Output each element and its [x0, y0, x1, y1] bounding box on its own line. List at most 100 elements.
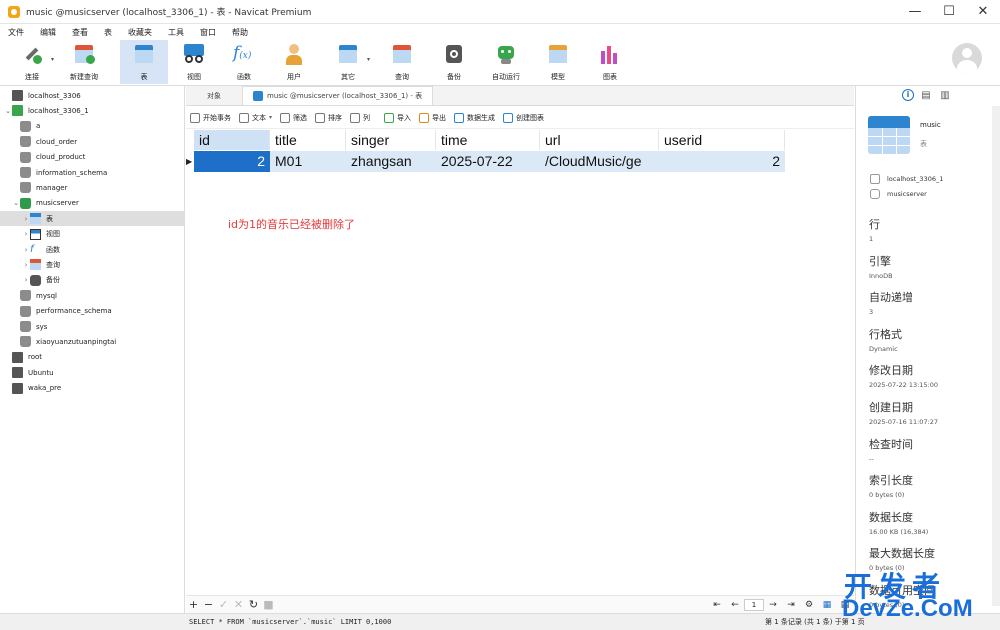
- columns-button[interactable]: 列: [350, 112, 370, 123]
- tree-item[interactable]: › 备份: [0, 273, 185, 288]
- tree-item[interactable]: performance_schema: [0, 304, 185, 319]
- toolbar-backup-button[interactable]: 备份: [430, 40, 478, 84]
- toolbar-view-button[interactable]: 视图: [170, 40, 218, 84]
- tree-item[interactable]: waka_pre: [0, 381, 185, 396]
- cell-url[interactable]: /CloudMusic/ge: [540, 151, 659, 172]
- export-button[interactable]: 导出: [419, 112, 446, 123]
- tree-item[interactable]: localhost_3306: [0, 88, 185, 103]
- info-ddl-icon[interactable]: ▤: [919, 89, 933, 103]
- column-header-title[interactable]: title: [270, 130, 346, 150]
- tree-item[interactable]: manager: [0, 180, 185, 195]
- info-columns-icon[interactable]: ▥: [938, 89, 952, 103]
- cell-userid[interactable]: 2: [659, 151, 785, 172]
- toolbar-user-button[interactable]: 用户: [270, 40, 318, 84]
- property-item: 行格式 Dynamic: [869, 326, 902, 353]
- tree-item[interactable]: ⌄ localhost_3306_1: [0, 103, 185, 118]
- expand-chevron-icon[interactable]: ⌄: [4, 107, 12, 115]
- tree-item[interactable]: sys: [0, 319, 185, 334]
- expand-chevron-icon[interactable]: ⌄: [12, 199, 20, 207]
- column-header-url[interactable]: url: [540, 130, 659, 150]
- column-header-id[interactable]: id: [194, 130, 270, 150]
- toolbar-new-query-button[interactable]: 新建查询: [60, 40, 108, 84]
- apply-icon[interactable]: ✓: [216, 598, 231, 611]
- toolbar-connect-button[interactable]: 连接 ▾: [8, 40, 56, 84]
- expand-chevron-icon[interactable]: ›: [22, 261, 30, 269]
- next-page-icon[interactable]: →: [764, 600, 782, 610]
- navicat-app-icon: [8, 5, 20, 18]
- toolbar-label: 查询: [395, 73, 409, 81]
- sort-button[interactable]: 排序: [315, 112, 342, 123]
- toolbar-table-button[interactable]: 表: [120, 40, 168, 84]
- toolbar-function-button[interactable]: f(x) 函数: [220, 40, 268, 84]
- menu-item[interactable]: 表: [96, 27, 120, 38]
- tree-item[interactable]: xiaoyuanzutuanpingtai: [0, 334, 185, 349]
- toolbar-query-button[interactable]: 查询: [378, 40, 426, 84]
- create-chart-button[interactable]: 创建图表: [503, 112, 544, 123]
- settings-gear-icon[interactable]: ⚙: [800, 600, 818, 610]
- expand-chevron-icon[interactable]: ›: [22, 230, 30, 238]
- add-record-icon[interactable]: +: [186, 598, 201, 611]
- dropdown-arrow-icon[interactable]: ▾: [269, 114, 272, 121]
- cell-title[interactable]: M01: [270, 151, 346, 172]
- refresh-icon[interactable]: ↻: [246, 598, 261, 611]
- tab-objects[interactable]: 对象: [186, 86, 242, 105]
- column-header-singer[interactable]: singer: [346, 130, 436, 150]
- expand-chevron-icon[interactable]: ›: [22, 276, 30, 284]
- menu-item[interactable]: 帮助: [224, 27, 256, 38]
- prev-page-icon[interactable]: ←: [726, 600, 744, 610]
- dropdown-arrow-icon[interactable]: ▾: [367, 56, 370, 63]
- tree-item[interactable]: mysql: [0, 288, 185, 303]
- tree-item-label: information_schema: [36, 168, 108, 177]
- cell-id[interactable]: 2: [194, 151, 270, 172]
- tree-item[interactable]: cloud_order: [0, 134, 185, 149]
- minimize-button[interactable]: —: [898, 0, 932, 24]
- discard-icon[interactable]: ✕: [231, 598, 246, 611]
- import-button[interactable]: 导入: [384, 112, 411, 123]
- column-header-time[interactable]: time: [436, 130, 540, 150]
- menu-item[interactable]: 窗口: [192, 27, 224, 38]
- data-gen-button[interactable]: 数据生成: [454, 112, 495, 123]
- toolbar-tools-button[interactable]: 其它 ▾: [324, 40, 372, 84]
- tree-item[interactable]: › 表: [0, 211, 185, 227]
- column-header-userid[interactable]: userid: [659, 130, 785, 150]
- delete-record-icon[interactable]: −: [201, 598, 216, 611]
- last-page-icon[interactable]: ⇥: [782, 600, 800, 610]
- menu-item[interactable]: 工具: [160, 27, 192, 38]
- transaction-button[interactable]: 开始事务: [190, 112, 231, 123]
- tree-item[interactable]: a: [0, 119, 185, 134]
- info-general-icon[interactable]: i: [902, 89, 914, 101]
- page-input[interactable]: 1: [744, 599, 764, 611]
- info-scrollbar[interactable]: [992, 106, 1000, 606]
- menu-item[interactable]: 编辑: [32, 27, 64, 38]
- stop-icon[interactable]: ■: [261, 598, 276, 611]
- table-row[interactable]: ▶ 2 M01 zhangsan 2025-07-22/CloudMusic/ge 2: [186, 151, 785, 172]
- menu-item[interactable]: 收藏夹: [120, 27, 160, 38]
- filter-button[interactable]: 筛选: [280, 112, 307, 123]
- menu-item[interactable]: 文件: [0, 27, 32, 38]
- tree-item[interactable]: information_schema: [0, 165, 185, 180]
- tree-item[interactable]: › 视图: [0, 227, 185, 242]
- dropdown-arrow-icon[interactable]: ▾: [51, 56, 54, 63]
- tree-item[interactable]: › f 函数: [0, 242, 185, 257]
- first-page-icon[interactable]: ⇤: [708, 600, 726, 610]
- toolbar-chart-button[interactable]: 图表: [586, 40, 634, 84]
- user-avatar[interactable]: [952, 43, 982, 73]
- tree-item[interactable]: Ubuntu: [0, 365, 185, 380]
- expand-chevron-icon[interactable]: ›: [22, 246, 30, 254]
- toolbar-robot-button[interactable]: 自动运行: [482, 40, 530, 84]
- tree-item[interactable]: cloud_product: [0, 150, 185, 165]
- tab-music-table[interactable]: music @musicserver (localhost_3306_1) - …: [242, 86, 434, 105]
- tree-item[interactable]: › 查询: [0, 257, 185, 272]
- expand-chevron-icon[interactable]: ›: [22, 215, 30, 223]
- maximize-button[interactable]: ☐: [932, 0, 966, 24]
- close-button[interactable]: ✕: [966, 0, 1000, 24]
- grid-view-icon[interactable]: ▦: [818, 600, 836, 610]
- toolbar-model-button[interactable]: 模型: [534, 40, 582, 84]
- cell-singer[interactable]: zhangsan: [346, 151, 436, 172]
- menu-item[interactable]: 查看: [64, 27, 96, 38]
- tree-item[interactable]: root: [0, 350, 185, 365]
- tree-item-label: waka_pre: [28, 384, 62, 393]
- cell-time[interactable]: 2025-07-22: [436, 151, 540, 172]
- tree-item[interactable]: ⌄ musicserver: [0, 196, 185, 211]
- text-button[interactable]: 文本 ▾: [239, 112, 272, 123]
